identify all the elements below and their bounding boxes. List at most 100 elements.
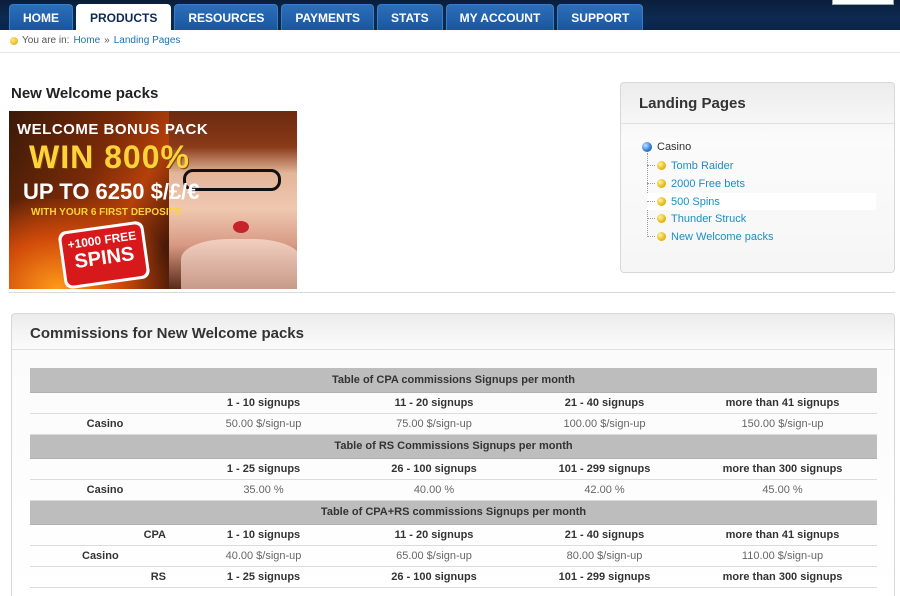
rs-tier: 1 - 25 signups [180,458,347,480]
bullet-icon [657,232,666,241]
hybrid-rs-label: RS [30,566,180,588]
tree-item-tomb-raider[interactable]: Tomb Raider [647,157,876,174]
hybrid-cpa-value: 80.00 $/sign-up [521,545,688,567]
tree-item-2000-free-bets[interactable]: 2000 Free bets [647,175,876,192]
free-spins-badge-inner: +1000 FREE SPINS [60,223,148,287]
nav-payments[interactable]: PAYMENTS [281,4,375,30]
row-label: Casino [30,545,180,567]
cpa-tier: 21 - 40 signups [521,392,688,414]
globe-icon [642,142,652,152]
tree-branch-line [647,201,655,202]
nav-my-account[interactable]: MY ACCOUNT [445,4,555,30]
hybrid-cpa-label: CPA [30,524,180,546]
panel-header-divider [12,349,894,350]
hybrid-rs-tier: more than 300 signups [688,566,877,588]
breadcrumb-current-link[interactable]: Landing Pages [114,35,181,46]
hybrid-cpa-tier: 21 - 40 signups [521,524,688,546]
breadcrumb-home-link[interactable]: Home [73,35,100,46]
rs-casino-row: Casino 35.00 % 40.00 % 42.00 % 45.00 % [30,479,877,501]
tree-item-label: 2000 Free bets [671,177,745,190]
bullet-icon [657,179,666,188]
hybrid-heading-row: Table of CPA+RS commissions Signups per … [30,500,877,525]
hybrid-rs-tier-row: RS 1 - 25 signups 26 - 100 signups 101 -… [30,566,877,588]
panel-header-divider [621,123,894,124]
empty-cell [30,458,180,480]
lips-graphic [233,221,249,233]
rs-tier: more than 300 signups [688,458,877,480]
hand-graphic [181,239,297,289]
cpa-casino-row: Casino 50.00 $/sign-up 75.00 $/sign-up 1… [30,413,877,435]
cpa-tier: 1 - 10 signups [180,392,347,414]
row-label: Casino [30,413,180,435]
breadcrumb-prefix: You are in: [22,35,70,46]
rs-tier-row: 1 - 25 signups 26 - 100 signups 101 - 29… [30,458,877,480]
tree-item-label: New Welcome packs [671,230,774,243]
hybrid-cpa-tier: more than 41 signups [688,524,877,546]
tree-item-new-welcome-packs[interactable]: New Welcome packs [647,228,876,245]
bullet-icon [657,161,666,170]
rs-value: 35.00 % [180,479,347,501]
cpa-tier: 11 - 20 signups [347,392,521,414]
rs-heading-row: Table of RS Commissions Signups per mont… [30,434,877,459]
nav-products[interactable]: PRODUCTS [76,4,172,30]
tree-item-thunder-struck[interactable]: Thunder Struck [647,210,876,227]
section-divider [9,292,895,293]
nav-stats[interactable]: STATS [377,4,443,30]
hybrid-casino-row: Casino 40.00 $/sign-up 65.00 $/sign-up 8… [30,545,877,567]
banner-win-text: WIN 800% [29,139,190,175]
cpa-value: 100.00 $/sign-up [521,413,688,435]
tree-root-casino[interactable]: Casino [642,141,691,153]
empty-cell [30,392,180,414]
hybrid-rs-tier: 26 - 100 signups [347,566,521,588]
rs-table-heading: Table of RS Commissions Signups per mont… [30,434,877,459]
tree-branch-line [647,218,655,219]
breadcrumb: You are in: Home » Landing Pages [10,35,180,46]
top-navigation-bar: HOME PRODUCTS RESOURCES PAYMENTS STATS M… [0,0,900,30]
banner-deposit-text: WITH YOUR 6 FIRST DEPOSITS [31,207,182,218]
nav-home[interactable]: HOME [9,4,73,30]
tree-item-label: Tomb Raider [671,159,734,172]
nav-support[interactable]: SUPPORT [557,4,644,30]
cpa-value: 150.00 $/sign-up [688,413,877,435]
hybrid-table-heading: Table of CPA+RS commissions Signups per … [30,500,877,525]
cpa-table-heading: Table of CPA commissions Signups per mon… [30,368,877,393]
free-spins-badge: +1000 FREE SPINS [57,220,151,289]
cpa-heading-row: Table of CPA commissions Signups per mon… [30,368,877,393]
tree-branch-line [647,236,655,237]
hybrid-cpa-tier: 1 - 10 signups [180,524,347,546]
bullet-icon [657,197,666,206]
header-corner-box [832,0,894,5]
page-title: New Welcome packs [11,85,159,102]
hybrid-cpa-value: 65.00 $/sign-up [347,545,521,567]
welcome-bonus-banner[interactable]: WELCOME BONUS PACK WIN 800% UP TO 6250 $… [9,111,297,289]
hybrid-cpa-tier: 11 - 20 signups [347,524,521,546]
landing-pages-title: Landing Pages [639,95,746,112]
tree-item-500-spins[interactable]: 500 Spins [647,193,876,210]
main-nav: HOME PRODUCTS RESOURCES PAYMENTS STATS M… [9,4,644,30]
row-label: Casino [30,479,180,501]
cpa-value: 50.00 $/sign-up [180,413,347,435]
bullet-icon [10,36,18,45]
landing-pages-panel: Landing Pages Casino Tomb Raider 2000 Fr… [620,82,895,273]
tree-item-label: 500 Spins [671,195,720,208]
rs-value: 45.00 % [688,479,877,501]
hybrid-rs-tier: 1 - 25 signups [180,566,347,588]
rs-value: 42.00 % [521,479,688,501]
tree-root-label: Casino [657,141,692,153]
nav-resources[interactable]: RESOURCES [174,4,279,30]
hybrid-cpa-value: 40.00 $/sign-up [180,545,347,567]
hybrid-cpa-value: 110.00 $/sign-up [688,545,877,567]
commissions-table: Table of CPA commissions Signups per mon… [30,368,877,588]
commissions-panel: Commissions for New Welcome packs Table … [11,313,895,596]
tree-item-label: Thunder Struck [671,212,747,225]
rs-tier: 26 - 100 signups [347,458,521,480]
cpa-tier-row: 1 - 10 signups 11 - 20 signups 21 - 40 s… [30,392,877,414]
tree-branch-line [647,183,655,184]
commissions-title: Commissions for New Welcome packs [30,325,304,342]
hybrid-cpa-tier-row: CPA 1 - 10 signups 11 - 20 signups 21 - … [30,524,877,546]
hybrid-rs-tier: 101 - 299 signups [521,566,688,588]
breadcrumb-separator: » [104,35,110,46]
banner-amount-text: UP TO 6250 $/£/€ [23,179,200,204]
banner-headline: WELCOME BONUS PACK [17,121,209,138]
tree-branch-line [647,165,655,166]
